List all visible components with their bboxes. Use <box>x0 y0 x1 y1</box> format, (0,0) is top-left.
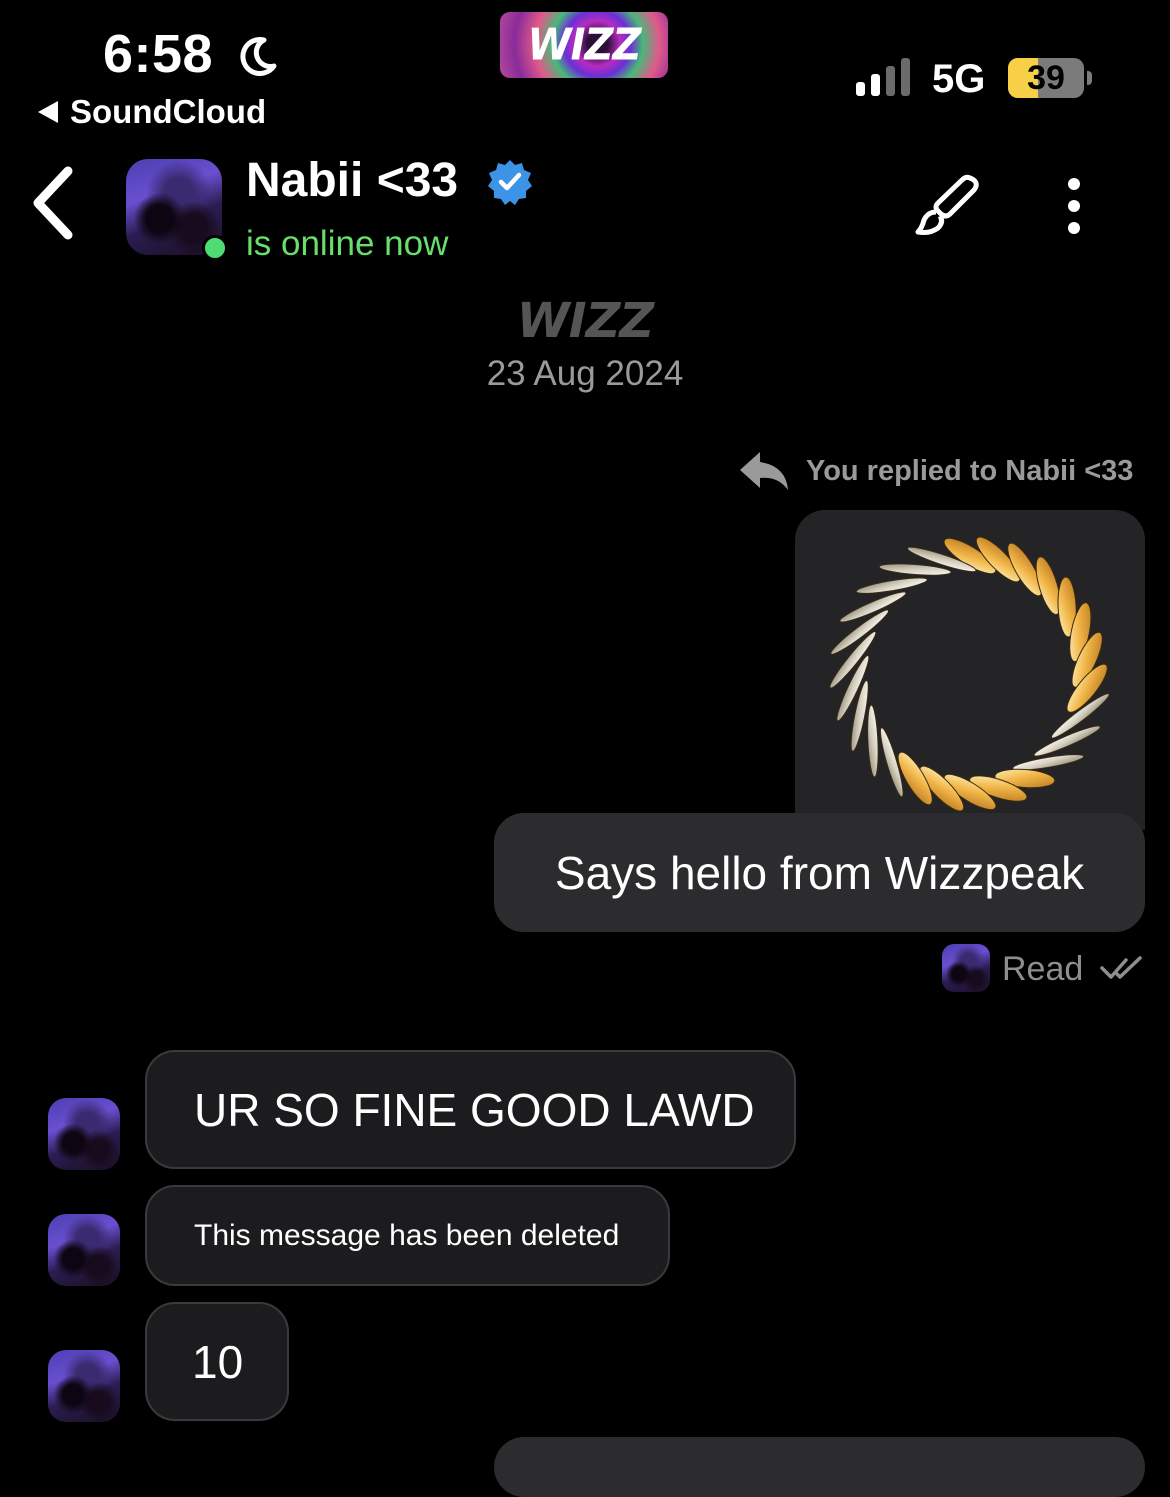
back-app-label: SoundCloud <box>70 93 267 130</box>
read-receipt-avatar <box>942 944 990 992</box>
back-arrow-icon <box>38 101 58 123</box>
sender-avatar[interactable] <box>48 1350 120 1422</box>
read-receipt-label: Read <box>1002 950 1084 988</box>
outgoing-message-bubble[interactable]: Says hello from Wizzpeak <box>494 813 1145 932</box>
date-separator: 23 Aug 2024 <box>486 354 684 393</box>
sticker-petal <box>867 704 879 778</box>
moon-icon <box>240 37 277 76</box>
incoming-message-text: UR SO FINE GOOD LAWD <box>194 1083 755 1136</box>
battery-terminal <box>1087 71 1092 85</box>
verified-badge-icon <box>488 160 532 205</box>
sender-avatar[interactable] <box>48 1214 120 1286</box>
back-chevron-icon[interactable] <box>28 163 78 243</box>
contact-name[interactable]: Nabii <33 <box>246 152 458 210</box>
incoming-message-bubble[interactable]: 10 <box>145 1302 289 1421</box>
sticker-petal <box>855 577 928 594</box>
brush-icon[interactable] <box>914 174 982 238</box>
deleted-message-text: This message has been deleted <box>194 1218 620 1252</box>
online-indicator <box>202 235 228 261</box>
reply-arrow-icon <box>740 452 788 490</box>
sender-avatar[interactable] <box>48 1098 120 1170</box>
next-message-bubble[interactable] <box>494 1437 1145 1497</box>
presence-status: is online now <box>246 224 449 263</box>
more-vertical-icon[interactable] <box>1056 176 1092 240</box>
battery-icon: 39 <box>1008 58 1084 98</box>
signal-icon <box>856 58 910 96</box>
network-type: 5G <box>932 57 986 101</box>
outgoing-message-text: Says hello from Wizzpeak <box>554 846 1085 899</box>
sun-sticker-image[interactable] <box>815 526 1125 826</box>
deleted-message-bubble[interactable]: This message has been deleted <box>145 1185 670 1286</box>
status-time: 6:58 <box>103 24 214 84</box>
reply-indicator: You replied to Nabii <33 <box>806 455 1134 487</box>
back-to-app-link[interactable]: SoundCloud <box>38 92 266 132</box>
wizz-app-badge[interactable]: WIZZ <box>500 12 668 78</box>
wizz-brand-mark: WIZZ <box>516 293 654 349</box>
incoming-message-text: 10 <box>192 1335 244 1388</box>
wizz-badge-label: WIZZ <box>527 19 641 71</box>
double-check-icon <box>1100 956 1142 979</box>
battery-percent: 39 <box>1027 59 1065 97</box>
incoming-message-bubble[interactable]: UR SO FINE GOOD LAWD <box>145 1050 796 1169</box>
